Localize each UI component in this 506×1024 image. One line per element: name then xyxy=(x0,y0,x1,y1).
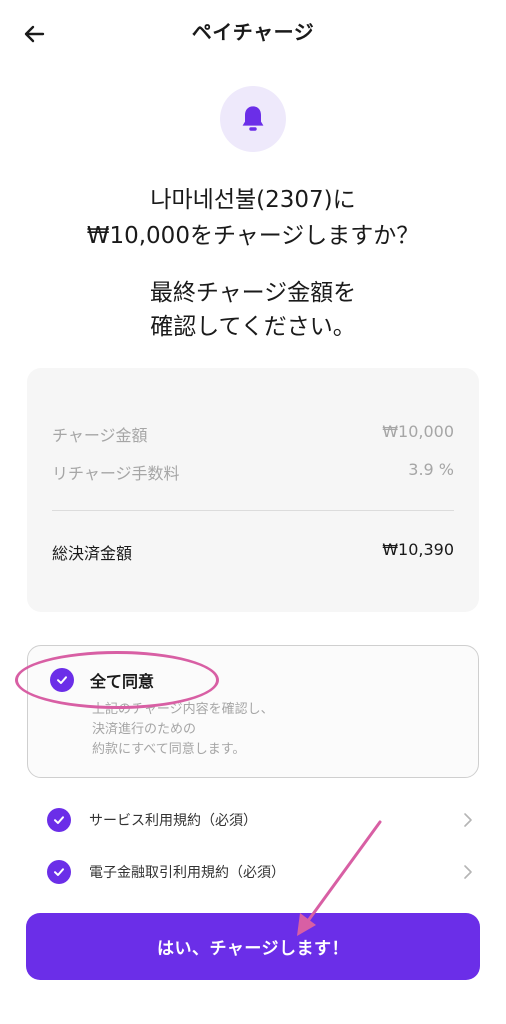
total-value: ₩10,390 xyxy=(382,540,454,559)
term-label: 電子金融取引利用規約（必須） xyxy=(89,865,285,881)
agree-description: 上記のチャージ内容を確認し、 決済進行のための 約款にすべて同意します。 xyxy=(92,700,274,760)
check-circle-icon xyxy=(50,668,74,692)
confirm-line-2: 確認してください。 xyxy=(150,314,356,340)
agree-desc-line-1: 上記のチャージ内容を確認し、 xyxy=(92,702,274,717)
page-title: ペイチャージ xyxy=(191,20,315,44)
summary-row-total: 総決済金額 ₩10,390 xyxy=(52,540,454,564)
chevron-right-icon[interactable] xyxy=(460,864,476,880)
term-row-electronic-finance[interactable]: 電子金融取引利用規約（必須） xyxy=(47,860,476,884)
bell-icon xyxy=(242,106,264,131)
chevron-right-icon[interactable] xyxy=(460,812,476,828)
confirm-text: 最終チャージ金額を 確認してください。 xyxy=(0,276,506,344)
summary-row-fee: リチャージ手数料 3.9 % xyxy=(52,460,454,484)
confirm-line-1: 最終チャージ金額を xyxy=(149,280,357,306)
agree-all-label: 全て同意 xyxy=(90,672,155,691)
total-label: 総決済金額 xyxy=(52,544,133,563)
question-line-2: ₩10,000をチャージしますか？ xyxy=(86,223,420,249)
agree-all-box: 全て同意 上記のチャージ内容を確認し、 決済進行のための 約款にすべて同意します… xyxy=(27,645,479,778)
summary-row-charge-amount: チャージ金額 ₩10,000 xyxy=(52,422,454,446)
header: ペイチャージ xyxy=(0,0,506,64)
summary-value: ₩10,000 xyxy=(382,422,454,441)
agree-all-checkbox[interactable]: 全て同意 xyxy=(50,668,154,692)
bell-badge xyxy=(220,86,286,152)
agree-desc-line-2: 決済進行のための xyxy=(92,722,197,737)
check-circle-icon[interactable] xyxy=(47,860,71,884)
summary-divider xyxy=(52,510,454,511)
term-label: サービス利用規約（必須） xyxy=(89,813,257,829)
summary-card: チャージ金額 ₩10,000 リチャージ手数料 3.9 % 総決済金額 ₩10,… xyxy=(27,368,479,612)
term-row-service[interactable]: サービス利用規約（必須） xyxy=(47,808,476,832)
agree-desc-line-3: 約款にすべて同意します。 xyxy=(92,742,246,757)
charge-confirm-button[interactable]: はい、チャージします！ xyxy=(26,913,480,980)
question-line-1: 나마네선불(2307)に xyxy=(150,187,356,213)
charge-question: 나마네선불(2307)に ₩10,000をチャージしますか？ xyxy=(0,182,506,254)
summary-label: リチャージ手数料 xyxy=(52,464,180,483)
summary-value: 3.9 % xyxy=(408,460,454,479)
check-circle-icon[interactable] xyxy=(47,808,71,832)
summary-label: チャージ金額 xyxy=(52,426,148,445)
